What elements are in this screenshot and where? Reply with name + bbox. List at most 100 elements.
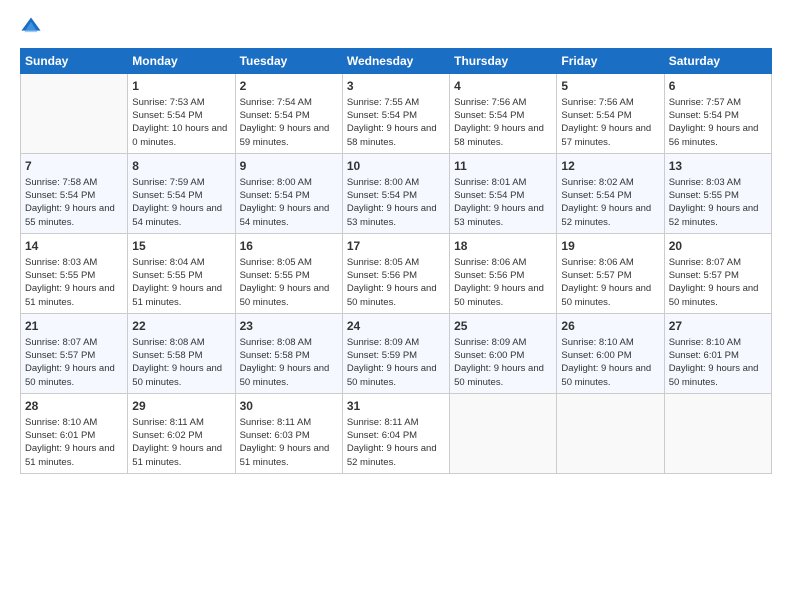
daylight-text: Daylight: 9 hours and 51 minutes.	[25, 283, 115, 307]
day-number: 11	[454, 158, 552, 175]
daylight-text: Daylight: 9 hours and 50 minutes.	[669, 283, 759, 307]
calendar-cell: 24Sunrise: 8:09 AMSunset: 5:59 PMDayligh…	[342, 314, 449, 394]
sunrise-text: Sunrise: 8:10 AM	[561, 337, 633, 348]
day-number: 20	[669, 238, 767, 255]
calendar-cell: 16Sunrise: 8:05 AMSunset: 5:55 PMDayligh…	[235, 234, 342, 314]
sunrise-text: Sunrise: 7:54 AM	[240, 97, 312, 108]
day-number: 1	[132, 78, 230, 95]
sunset-text: Sunset: 6:00 PM	[561, 350, 631, 361]
calendar-week-3: 14 Sunrise: 8:03 AM Sunset: 5:55 PM Dayligh…	[21, 234, 772, 314]
sunset-text: Sunset: 6:03 PM	[240, 430, 310, 441]
calendar-cell: 27Sunrise: 8:10 AMSunset: 6:01 PMDayligh…	[664, 314, 771, 394]
day-number: 25	[454, 318, 552, 335]
calendar-cell: 20 Sunrise: 8:07 AM Sunset: 5:57 PM Dayligh…	[664, 234, 771, 314]
daylight-text: Daylight: 9 hours and 50 minutes.	[347, 283, 437, 307]
sunset-text: Sunset: 5:58 PM	[240, 350, 310, 361]
sunset-text: Sunset: 5:58 PM	[132, 350, 202, 361]
calendar-cell: 1Sunrise: 7:53 AMSunset: 5:54 PMDaylight…	[128, 74, 235, 154]
logo-icon	[20, 16, 42, 38]
calendar-cell	[21, 74, 128, 154]
sunset-text: Sunset: 5:54 PM	[561, 110, 631, 121]
daylight-text: Daylight: 9 hours and 50 minutes.	[240, 363, 330, 387]
calendar-cell: 30Sunrise: 8:11 AMSunset: 6:03 PMDayligh…	[235, 394, 342, 474]
col-monday: Monday	[128, 49, 235, 74]
calendar-cell: 8Sunrise: 7:59 AMSunset: 5:54 PMDaylight…	[128, 154, 235, 234]
sunset-text: Sunset: 5:54 PM	[240, 190, 310, 201]
sunrise-text: Sunrise: 7:57 AM	[669, 97, 741, 108]
day-number: 26	[561, 318, 659, 335]
calendar-cell: 9Sunrise: 8:00 AMSunset: 5:54 PMDaylight…	[235, 154, 342, 234]
calendar-cell: 29Sunrise: 8:11 AMSunset: 6:02 PMDayligh…	[128, 394, 235, 474]
calendar-table: Sunday Monday Tuesday Wednesday Thursday…	[20, 48, 772, 474]
sunrise-text: Sunrise: 8:06 AM	[454, 257, 526, 268]
sunrise-text: Sunrise: 8:10 AM	[25, 417, 97, 428]
day-number: 18	[454, 238, 552, 255]
daylight-text: Daylight: 9 hours and 54 minutes.	[240, 203, 330, 227]
calendar-cell: 19Sunrise: 8:06 AMSunset: 5:57 PMDayligh…	[557, 234, 664, 314]
sunrise-text: Sunrise: 8:00 AM	[240, 177, 312, 188]
daylight-text: Daylight: 9 hours and 50 minutes.	[669, 363, 759, 387]
sunset-text: Sunset: 5:55 PM	[132, 270, 202, 281]
daylight-text: Daylight: 9 hours and 59 minutes.	[240, 123, 330, 147]
calendar-cell: 4Sunrise: 7:56 AMSunset: 5:54 PMDaylight…	[450, 74, 557, 154]
header-row	[20, 16, 772, 38]
calendar-cell: 13Sunrise: 8:03 AMSunset: 5:55 PMDayligh…	[664, 154, 771, 234]
daylight-text: Daylight: 9 hours and 50 minutes.	[454, 363, 544, 387]
sunset-text: Sunset: 5:54 PM	[669, 110, 739, 121]
calendar-cell: 23Sunrise: 8:08 AMSunset: 5:58 PMDayligh…	[235, 314, 342, 394]
sunrise-text: Sunrise: 8:07 AM	[25, 337, 97, 348]
day-number: 23	[240, 318, 338, 335]
sunset-text: Sunset: 5:55 PM	[240, 270, 310, 281]
calendar-cell	[557, 394, 664, 474]
daylight-text: Daylight: 9 hours and 52 minutes.	[561, 203, 651, 227]
sunrise-text: Sunrise: 8:08 AM	[132, 337, 204, 348]
calendar-week-5: 28Sunrise: 8:10 AMSunset: 6:01 PMDayligh…	[21, 394, 772, 474]
day-number: 17	[347, 238, 445, 255]
sunrise-text: Sunrise: 7:53 AM	[132, 97, 204, 108]
sunset-text: Sunset: 5:54 PM	[347, 110, 417, 121]
sunset-text: Sunset: 5:56 PM	[347, 270, 417, 281]
daylight-text: Daylight: 9 hours and 51 minutes.	[240, 443, 330, 467]
daylight-text: Daylight: 9 hours and 54 minutes.	[132, 203, 222, 227]
daylight-text: Daylight: 9 hours and 50 minutes.	[25, 363, 115, 387]
daylight-text: Daylight: 9 hours and 50 minutes.	[454, 283, 544, 307]
sunrise-text: Sunrise: 8:11 AM	[347, 417, 419, 428]
sunset-text: Sunset: 5:57 PM	[669, 270, 739, 281]
day-number: 27	[669, 318, 767, 335]
calendar-cell: 14 Sunrise: 8:03 AM Sunset: 5:55 PM Dayligh…	[21, 234, 128, 314]
calendar-cell: 28Sunrise: 8:10 AMSunset: 6:01 PMDayligh…	[21, 394, 128, 474]
day-number: 12	[561, 158, 659, 175]
calendar-week-1: 1 Sunrise: 7:53 AM Sunset: 5:54 PM Daylight…	[21, 74, 772, 154]
calendar-cell: 22Sunrise: 8:08 AMSunset: 5:58 PMDayligh…	[128, 314, 235, 394]
col-tuesday: Tuesday	[235, 49, 342, 74]
daylight-text: Daylight: 9 hours and 51 minutes.	[25, 443, 115, 467]
daylight-text: Daylight: 9 hours and 50 minutes.	[347, 363, 437, 387]
daylight-text: Daylight: 9 hours and 58 minutes.	[347, 123, 437, 147]
calendar-cell	[664, 394, 771, 474]
sunset-text: Sunset: 5:54 PM	[454, 190, 524, 201]
daylight-text: Daylight: 9 hours and 55 minutes.	[25, 203, 115, 227]
page-container: Sunday Monday Tuesday Wednesday Thursday…	[0, 0, 792, 484]
day-number: 31	[347, 398, 445, 415]
sunrise-text: Sunrise: 8:03 AM	[25, 257, 97, 268]
sunrise-text: Sunrise: 8:06 AM	[561, 257, 633, 268]
sunset-text: Sunset: 6:02 PM	[132, 430, 202, 441]
sunset-text: Sunset: 5:59 PM	[347, 350, 417, 361]
daylight-text: Daylight: 9 hours and 57 minutes.	[561, 123, 651, 147]
calendar-cell: 7Sunrise: 7:58 AMSunset: 5:54 PMDaylight…	[21, 154, 128, 234]
sunset-text: Sunset: 5:55 PM	[25, 270, 95, 281]
sunrise-text: Sunrise: 8:01 AM	[454, 177, 526, 188]
col-sunday: Sunday	[21, 49, 128, 74]
day-number: 19	[561, 238, 659, 255]
sunrise-text: Sunrise: 8:10 AM	[669, 337, 741, 348]
day-number: 14	[25, 238, 123, 255]
daylight-text: Daylight: 9 hours and 51 minutes.	[132, 443, 222, 467]
sunset-text: Sunset: 6:00 PM	[454, 350, 524, 361]
calendar-cell: 31Sunrise: 8:11 AMSunset: 6:04 PMDayligh…	[342, 394, 449, 474]
day-number: 7	[25, 158, 123, 175]
sunrise-text: Sunrise: 8:07 AM	[669, 257, 741, 268]
day-number: 15	[132, 238, 230, 255]
day-number: 30	[240, 398, 338, 415]
calendar-cell: 26Sunrise: 8:10 AMSunset: 6:00 PMDayligh…	[557, 314, 664, 394]
daylight-text: Daylight: 9 hours and 50 minutes.	[561, 283, 651, 307]
